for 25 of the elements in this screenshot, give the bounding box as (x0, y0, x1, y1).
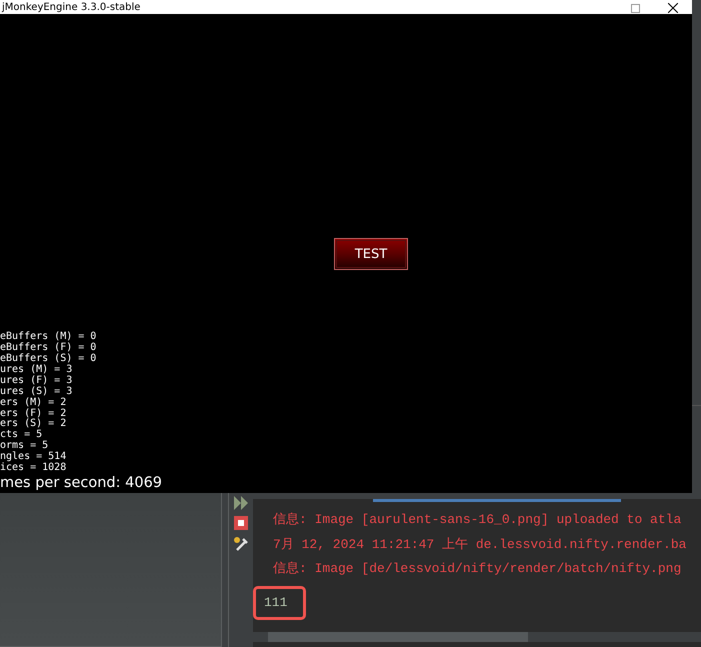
fps-counter: mes per second: 4069 (0, 474, 164, 492)
close-icon[interactable] (668, 3, 678, 13)
test-button[interactable]: TEST (334, 238, 408, 270)
stat-line: eBuffers (S) = 0 (0, 354, 98, 364)
stat-line: ers (F) = 2 (0, 408, 68, 419)
output-line: 信息: Image [de/lessvoid/nifty/render/batch/nifty.png (273, 560, 682, 578)
wrench-icon[interactable] (233, 536, 249, 552)
stop-icon[interactable] (234, 516, 248, 530)
stat-line: ers (S) = 2 (0, 419, 68, 430)
output-line: 7月 12, 2024 11:21:47 上午 de.lessvoid.nifty.render.ba (273, 536, 688, 554)
stat-line: ures (F) = 3 (0, 376, 74, 386)
stat-line: eBuffers (F) = 0 (0, 343, 98, 354)
stat-line: ices = 1028 (0, 463, 68, 474)
stat-line: ures (M) = 3 (0, 364, 74, 375)
stat-line: orms = 5 (0, 441, 50, 452)
maximize-icon[interactable] (631, 4, 640, 12)
fast-forward-icon[interactable] (234, 496, 248, 510)
stat-line: ures (S) = 3 (0, 386, 74, 397)
stat-line: cts = 5 (0, 430, 42, 442)
stat-line: eBuffers (M) = 0 (0, 332, 98, 342)
scrollbar-thumb[interactable] (268, 632, 528, 642)
stat-line: ngles = 514 (0, 452, 68, 462)
output-line: 信息: Image [aurulent-sans-16_0.png] uploaded to atla (273, 511, 682, 529)
window-title: jMonkeyEngine 3.3.0-stable (2, 2, 140, 14)
stat-line: ers (M) = 2 (0, 398, 68, 408)
